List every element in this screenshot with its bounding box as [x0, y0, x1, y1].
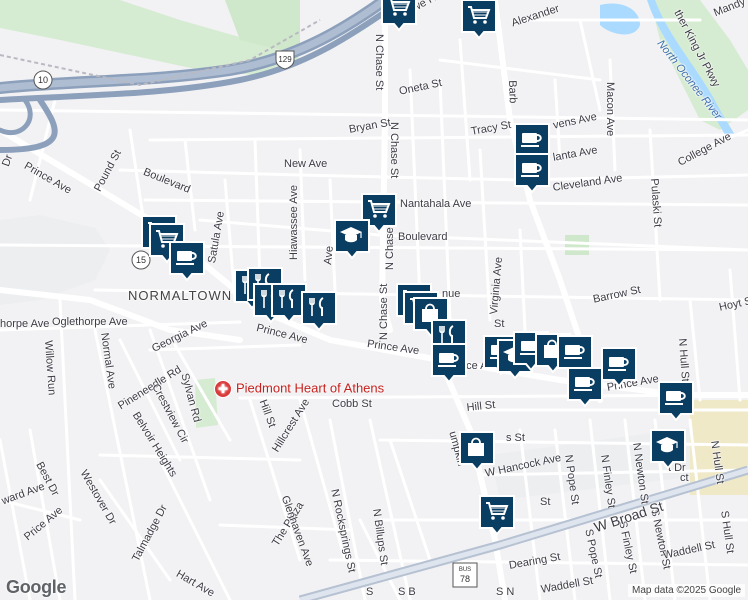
place-marker-coffee[interactable] [566, 366, 604, 408]
poi-hospital[interactable]: ✚ Piedmont Heart of Athens [214, 380, 384, 398]
place-marker-cart[interactable] [380, 0, 418, 32]
place-marker-coffee[interactable] [657, 380, 695, 422]
green-patch [565, 235, 589, 255]
place-marker-coffee[interactable] [513, 122, 551, 164]
shield-text: 129 [278, 55, 292, 64]
n-chase-st [378, 0, 393, 333]
map-view[interactable]: Rowe Rd Alexander Mandy ther King Jr Pkw… [0, 0, 748, 600]
shield-text: 10 [38, 75, 48, 85]
place-marker-coffee[interactable] [600, 346, 638, 388]
state-route-shield: 10 [33, 70, 53, 90]
bus-route-shield: BUS 78 [452, 562, 478, 588]
place-marker-school[interactable] [649, 428, 687, 470]
place-marker-cart[interactable] [460, 0, 498, 40]
shield-text: 15 [136, 255, 146, 265]
place-marker-fork-knife[interactable] [300, 290, 338, 332]
google-logo: Google [6, 577, 67, 597]
map-attribution[interactable]: Map data ©2025 Google [628, 584, 746, 597]
hospital-icon: ✚ [214, 380, 232, 398]
place-marker-bag[interactable] [458, 430, 496, 472]
place-marker-coffee[interactable] [556, 334, 594, 376]
map-base [0, 0, 748, 600]
place-marker-coffee[interactable] [168, 240, 206, 282]
poi-label: Piedmont Heart of Athens [236, 380, 385, 396]
shield-text: BUS [459, 567, 471, 573]
place-marker-coffee[interactable] [430, 342, 468, 384]
us-route-shield: 129 [275, 50, 295, 70]
place-marker-coffee[interactable] [513, 152, 551, 194]
place-marker-school[interactable] [333, 218, 371, 260]
place-marker-cart[interactable] [478, 494, 516, 536]
shield-text: 78 [460, 574, 470, 584]
